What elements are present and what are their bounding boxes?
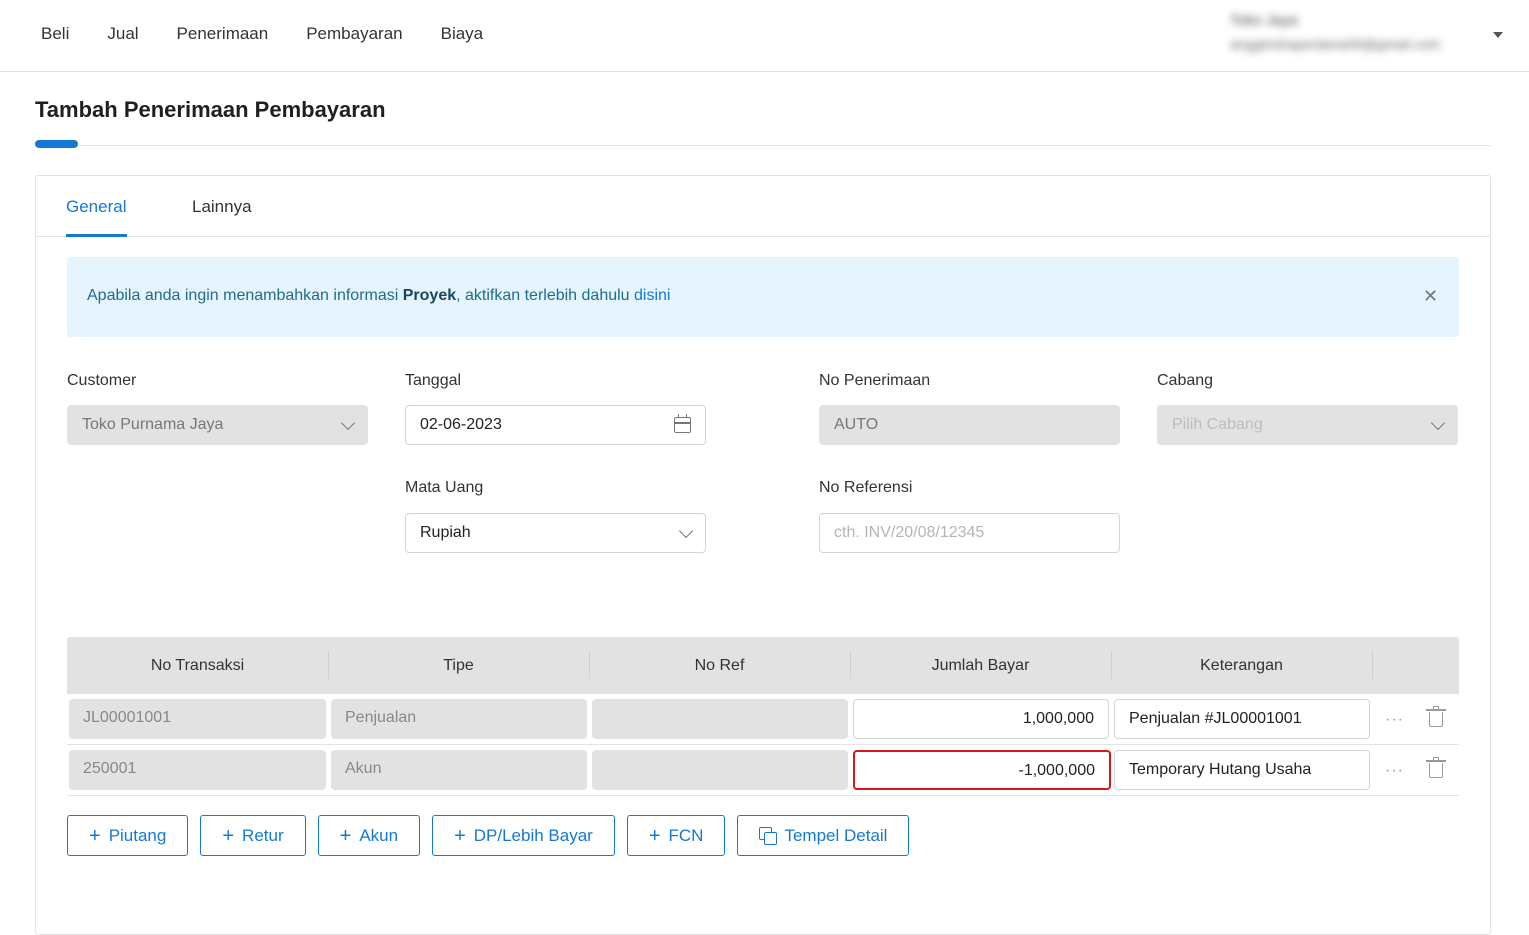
user-name: Toko Jaya <box>1230 12 1298 29</box>
no-referensi-placeholder: cth. INV/20/08/12345 <box>834 524 985 541</box>
keterangan-input[interactable]: Temporary Hutang Usaha <box>1114 750 1370 790</box>
chevron-down-icon <box>678 523 694 539</box>
jumlah-bayar-input[interactable]: -1,000,000 <box>853 750 1111 790</box>
form-card: General Lainnya Apabila anda ingin menam… <box>35 175 1491 935</box>
nav-pembayaran[interactable]: Pembayaran <box>306 24 402 44</box>
paste-detail-label: Tempel Detail <box>784 825 888 845</box>
add-akun-label: Akun <box>359 825 399 845</box>
header-divider <box>1372 651 1373 679</box>
no-ref-cell <box>592 699 848 739</box>
add-akun-button[interactable]: + Akun <box>317 815 421 856</box>
caret-down-icon[interactable] <box>1493 32 1503 38</box>
cabang-placeholder: Pilih Cabang <box>1172 416 1263 433</box>
add-retur-button[interactable]: + Retur <box>200 815 306 856</box>
alert-text-bold: Proyek <box>402 287 457 304</box>
top-navbar: Beli Jual Penerimaan Pembayaran Biaya To… <box>0 0 1529 72</box>
plus-icon: + <box>339 824 352 847</box>
plus-icon: + <box>89 824 101 847</box>
more-options-icon[interactable]: ··· <box>1385 762 1404 780</box>
info-alert: Apabila anda ingin menambahkan informasi… <box>67 257 1459 337</box>
no-transaksi-cell: JL00001001 <box>69 699 326 739</box>
no-referensi-label: No Referensi <box>819 479 913 496</box>
cabang-label: Cabang <box>1157 372 1214 389</box>
add-dp-label: DP/Lebih Bayar <box>473 825 593 845</box>
no-transaksi-cell: 250001 <box>69 750 326 790</box>
add-dp-button[interactable]: + DP/Lebih Bayar <box>432 815 615 856</box>
title-accent-bar <box>35 140 78 148</box>
table-row: 250001 Akun -1,000,000 Temporary Hutang … <box>67 745 1459 796</box>
header-no-transaksi: No Transaksi <box>150 657 245 674</box>
mata-uang-value: Rupiah <box>420 524 471 541</box>
nav-jual[interactable]: Jual <box>107 24 138 44</box>
header-keterangan: Keterangan <box>1200 657 1283 674</box>
copy-icon <box>759 827 778 845</box>
cabang-select[interactable]: Pilih Cabang <box>1157 405 1458 445</box>
add-piutang-button[interactable]: + Piutang <box>67 815 189 856</box>
tanggal-datepicker[interactable]: 02-06-2023 <box>405 405 706 445</box>
nav-penerimaan[interactable]: Penerimaan <box>177 24 269 44</box>
top-nav: Beli Jual Penerimaan Pembayaran Biaya <box>41 24 521 44</box>
chevron-down-icon <box>1430 415 1446 431</box>
mata-uang-label: Mata Uang <box>405 479 484 496</box>
more-options-icon[interactable]: ··· <box>1385 711 1404 729</box>
tab-lainnya[interactable]: Lainnya <box>192 197 252 217</box>
chevron-down-icon <box>340 415 356 431</box>
trash-icon[interactable] <box>1426 757 1446 778</box>
tanggal-label: Tanggal <box>405 372 462 389</box>
header-no-ref: No Ref <box>694 657 745 674</box>
page-title: Tambah Penerimaan Pembayaran <box>35 97 386 122</box>
active-tab-indicator <box>66 234 127 237</box>
add-fcn-label: FCN <box>668 825 704 845</box>
keterangan-input[interactable]: Penjualan #JL00001001 <box>1114 699 1370 739</box>
paste-detail-button[interactable]: Tempel Detail <box>737 815 910 856</box>
no-penerimaan-label: No Penerimaan <box>819 372 931 389</box>
table-row: JL00001001 Penjualan 1,000,000 Penjualan… <box>67 694 1459 745</box>
add-fcn-button[interactable]: + FCN <box>626 815 726 856</box>
tipe-cell: Penjualan <box>331 699 587 739</box>
tanggal-value: 02-06-2023 <box>420 416 502 433</box>
header-jumlah-bayar: Jumlah Bayar <box>931 657 1030 674</box>
customer-label: Customer <box>67 372 137 389</box>
trash-icon[interactable] <box>1426 706 1446 727</box>
alert-text-prefix: Apabila anda ingin menambahkan informasi <box>87 287 403 304</box>
tab-bar: General Lainnya <box>36 176 1490 237</box>
plus-icon: + <box>454 824 466 847</box>
no-penerimaan-field: AUTO <box>819 405 1120 445</box>
user-email: anggiindraperdana06@gmail.com <box>1230 36 1441 52</box>
alert-enable-link[interactable]: disini <box>634 287 670 304</box>
tab-general[interactable]: General <box>66 197 126 217</box>
no-penerimaan-value: AUTO <box>834 416 879 433</box>
mata-uang-select[interactable]: Rupiah <box>405 513 706 553</box>
plus-icon: + <box>648 824 661 847</box>
alert-message: Apabila anda ingin menambahkan informasi… <box>87 287 670 305</box>
add-retur-label: Retur <box>242 825 284 845</box>
title-divider <box>78 145 1491 146</box>
nav-biaya[interactable]: Biaya <box>441 24 484 44</box>
user-menu[interactable]: Toko Jaya anggiindraperdana06@gmail.com <box>1230 12 1480 52</box>
alert-text-middle: , aktifkan terlebih dahulu <box>456 287 635 304</box>
nav-beli[interactable]: Beli <box>41 24 69 44</box>
add-piutang-label: Piutang <box>108 825 167 845</box>
jumlah-bayar-input[interactable]: 1,000,000 <box>853 699 1109 739</box>
table-header: No Transaksi Tipe No Ref Jumlah Bayar Ke… <box>67 637 1459 694</box>
header-tipe: Tipe <box>443 657 474 674</box>
no-ref-cell <box>592 750 848 790</box>
tipe-cell: Akun <box>331 750 587 790</box>
close-icon[interactable]: ✕ <box>1423 286 1438 307</box>
add-row-buttons: + Piutang + Retur + Akun + DP/Lebih Bayar + F… <box>67 815 921 856</box>
customer-select[interactable]: Toko Purnama Jaya <box>67 405 368 445</box>
calendar-icon[interactable] <box>674 414 691 433</box>
customer-value: Toko Purnama Jaya <box>82 416 224 433</box>
plus-icon: + <box>222 824 235 847</box>
no-referensi-input[interactable]: cth. INV/20/08/12345 <box>819 513 1120 553</box>
